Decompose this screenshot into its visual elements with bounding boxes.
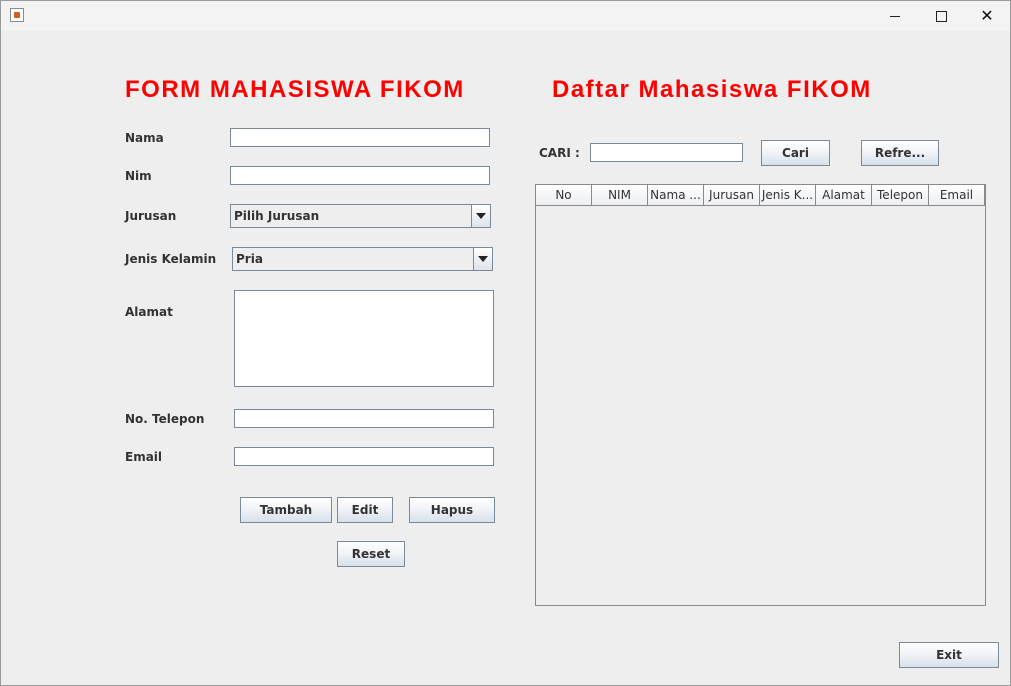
list-heading: Daftar Mahasiswa FIKOM xyxy=(552,76,872,103)
alamat-textarea[interactable] xyxy=(235,291,493,386)
column-header-jenis-kelamin[interactable]: Jenis K... xyxy=(760,185,816,205)
hapus-button[interactable]: Hapus xyxy=(409,497,495,523)
minimize-button[interactable] xyxy=(872,1,918,31)
column-header-alamat[interactable]: Alamat xyxy=(816,185,872,205)
maximize-icon xyxy=(935,10,947,22)
nim-field-box xyxy=(230,166,490,185)
tambah-button[interactable]: Tambah xyxy=(240,497,332,523)
jurusan-dropdown-arrow[interactable] xyxy=(471,205,490,227)
alamat-label: Alamat xyxy=(125,305,173,319)
gender-selected-value: Pria xyxy=(236,252,263,266)
column-header-nama[interactable]: Nama ... xyxy=(648,185,704,205)
edit-button[interactable]: Edit xyxy=(337,497,393,523)
nim-label: Nim xyxy=(125,169,152,183)
column-header-telepon[interactable]: Telepon xyxy=(872,185,929,205)
column-header-email[interactable]: Email xyxy=(929,185,985,205)
title-bar: ✕ xyxy=(1,1,1010,31)
refresh-button[interactable]: Refre... xyxy=(861,140,939,166)
email-field-box xyxy=(234,447,494,466)
gender-dropdown-arrow[interactable] xyxy=(473,248,492,270)
minimize-icon xyxy=(890,15,900,17)
table-header: No NIM Nama ... Jurusan Jenis K... Alama… xyxy=(536,185,985,206)
jurusan-selected-value: Pilih Jurusan xyxy=(234,209,320,223)
cari-field-box xyxy=(590,143,743,162)
telepon-field-box xyxy=(234,409,494,428)
column-header-jurusan[interactable]: Jurusan xyxy=(704,185,760,205)
nama-label: Nama xyxy=(125,131,164,145)
chevron-down-icon xyxy=(478,256,488,262)
nama-input[interactable] xyxy=(231,129,489,146)
java-app-icon xyxy=(10,8,24,22)
close-button[interactable]: ✕ xyxy=(964,1,1010,31)
column-header-nim[interactable]: NIM xyxy=(592,185,648,205)
close-icon: ✕ xyxy=(980,6,994,25)
column-header-no[interactable]: No xyxy=(536,185,592,205)
form-heading: FORM MAHASISWA FIKOM xyxy=(125,76,465,103)
nama-field-box xyxy=(230,128,490,147)
gender-label: Jenis Kelamin xyxy=(125,252,217,266)
app-window: ✕ FORM MAHASISWA FIKOM Daftar Mahasiswa … xyxy=(0,0,1011,686)
email-input[interactable] xyxy=(235,448,493,465)
reset-button[interactable]: Reset xyxy=(337,541,405,567)
email-label: Email xyxy=(125,450,163,464)
mahasiswa-table[interactable]: No NIM Nama ... Jurusan Jenis K... Alama… xyxy=(535,184,986,606)
maximize-button[interactable] xyxy=(918,1,964,31)
telepon-label: No. Telepon xyxy=(125,412,205,426)
gender-dropdown[interactable]: Pria xyxy=(232,247,493,271)
cari-label: CARI : xyxy=(539,146,580,160)
telepon-input[interactable] xyxy=(235,410,493,427)
cari-input[interactable] xyxy=(591,144,742,161)
alamat-field-box xyxy=(234,290,494,387)
cari-button[interactable]: Cari xyxy=(761,140,830,166)
jurusan-label: Jurusan xyxy=(125,209,177,223)
exit-button[interactable]: Exit xyxy=(899,642,999,668)
nim-input[interactable] xyxy=(231,167,489,184)
jurusan-dropdown[interactable]: Pilih Jurusan xyxy=(230,204,491,228)
chevron-down-icon xyxy=(476,213,486,219)
